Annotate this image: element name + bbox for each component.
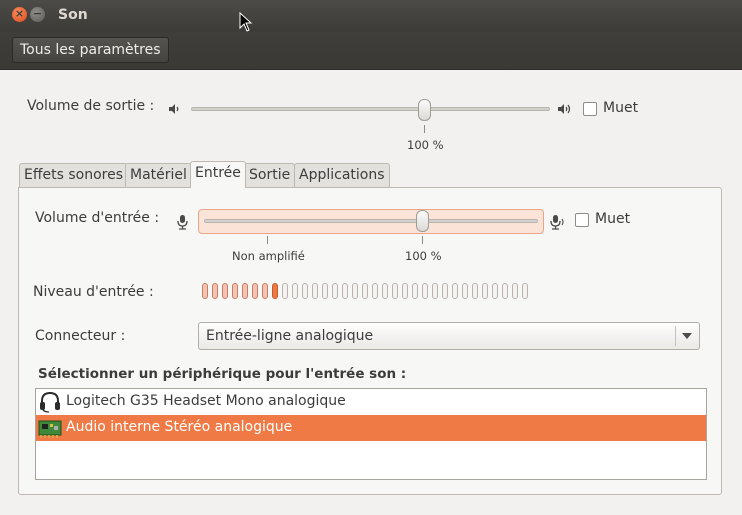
input-volume-label: Volume d'entrée : <box>35 210 160 226</box>
device-name: Logitech G35 Headset Mono analogique <box>66 393 346 409</box>
level-segment <box>512 283 518 299</box>
input-volume-slider[interactable] <box>204 219 538 223</box>
device-row-internal-audio[interactable]: Audio interne Stéréo analogique <box>36 415 706 441</box>
output-volume-slider[interactable] <box>191 107 550 111</box>
output-mute-checkbox[interactable] <box>583 102 597 116</box>
level-segment <box>482 283 488 299</box>
level-segment <box>422 283 428 299</box>
chevron-down-icon[interactable] <box>682 333 692 339</box>
close-icon: × <box>14 7 25 20</box>
level-segment <box>522 283 528 299</box>
level-segment <box>412 283 418 299</box>
close-button[interactable]: × <box>12 7 27 22</box>
level-segment <box>372 283 378 299</box>
device-section-title: Sélectionner un périphérique pour l'entr… <box>38 366 407 382</box>
level-segment <box>222 283 228 299</box>
microphone-low-icon <box>177 215 188 230</box>
input-device-list[interactable]: Logitech G35 Headset Mono analogique Aud… <box>35 388 707 480</box>
output-100-tick <box>424 125 425 133</box>
level-segment <box>282 283 288 299</box>
title-bar: × − Son <box>0 0 742 32</box>
input-level-label: Niveau d'entrée : <box>33 284 154 300</box>
tab-input[interactable]: Entrée <box>190 161 246 188</box>
input-mute-checkbox[interactable] <box>575 213 589 227</box>
level-segment <box>402 283 408 299</box>
level-segment <box>262 283 268 299</box>
level-segment <box>322 283 328 299</box>
level-segment <box>342 283 348 299</box>
level-segment <box>332 283 338 299</box>
microphone-high-icon <box>550 215 564 230</box>
tab-applications[interactable]: Applications <box>294 163 390 187</box>
level-segment <box>202 283 208 299</box>
level-segment <box>362 283 368 299</box>
speaker-high-icon <box>558 104 571 114</box>
tab-sound-effects[interactable]: Effets sonores <box>19 163 128 187</box>
level-segment <box>212 283 218 299</box>
level-segment <box>492 283 498 299</box>
level-segment <box>472 283 478 299</box>
connector-select[interactable]: Entrée-ligne analogique <box>198 322 700 350</box>
level-segment <box>432 283 438 299</box>
level-segment <box>292 283 298 299</box>
level-segment <box>352 283 358 299</box>
level-segment <box>302 283 308 299</box>
level-segment <box>252 283 258 299</box>
unamplified-tick <box>267 236 268 244</box>
level-segment <box>382 283 388 299</box>
input-100-tick <box>422 236 423 244</box>
level-segment <box>242 283 248 299</box>
output-volume-label: Volume de sortie : <box>27 98 155 114</box>
level-segment <box>502 283 508 299</box>
minimize-icon: − <box>32 7 43 20</box>
all-settings-button[interactable]: Tous les paramètres <box>12 37 169 63</box>
level-segment <box>232 283 238 299</box>
connector-label: Connecteur : <box>35 328 126 344</box>
headset-icon <box>40 391 60 413</box>
input-volume-handle[interactable] <box>416 210 429 232</box>
level-segment <box>452 283 458 299</box>
unamplified-label: Non amplifié <box>232 249 305 263</box>
input-100-percent-label: 100 % <box>405 249 442 263</box>
connector-select-separator <box>675 326 676 346</box>
tab-hardware[interactable]: Matériel <box>125 163 192 187</box>
level-segment <box>462 283 468 299</box>
level-segment <box>312 283 318 299</box>
output-mute-label: Muet <box>603 100 639 116</box>
device-row-headset[interactable]: Logitech G35 Headset Mono analogique <box>36 389 706 415</box>
toolbar: Tous les paramètres <box>0 32 742 70</box>
device-name: Audio interne Stéréo analogique <box>66 419 293 435</box>
mouse-pointer-icon <box>239 12 253 32</box>
connector-select-value: Entrée-ligne analogique <box>206 328 374 344</box>
window-title: Son <box>58 7 88 23</box>
speaker-low-icon <box>169 104 179 114</box>
input-mute-label: Muet <box>595 211 631 227</box>
output-volume-handle[interactable] <box>418 99 431 121</box>
sound-card-icon <box>38 420 62 438</box>
minimize-button[interactable]: − <box>30 7 45 22</box>
tab-output[interactable]: Sortie <box>244 163 296 187</box>
level-segment <box>392 283 398 299</box>
level-segment <box>442 283 448 299</box>
output-100-percent-label: 100 % <box>407 138 444 152</box>
level-segment <box>272 283 278 299</box>
